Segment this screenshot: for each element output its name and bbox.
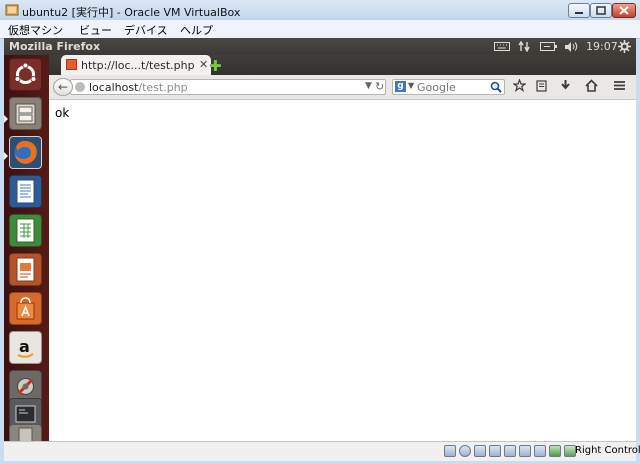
vbox-status-bar: Right Control [4,441,640,461]
downloads-icon[interactable] [559,79,572,92]
close-icon [619,6,629,15]
url-bar[interactable]: localhost/test.php ▼ ↻ [70,79,386,95]
page-content: ok [49,100,636,441]
volume-icon[interactable] [564,41,578,52]
ubuntu-logo-icon [14,62,37,84]
firefox-navigation-bar: localhost/test.php ▼ ↻ ← g ▼ [49,75,636,100]
active-app-title: Mozilla Firefox [9,40,101,53]
menu-devices[interactable]: デバイス [124,22,168,38]
menu-help[interactable]: ヘルプ [180,22,213,38]
back-button[interactable]: ← [53,78,73,96]
globe-icon [75,82,85,92]
search-engine-dropdown-icon[interactable]: ▼ [408,81,414,90]
home-icon[interactable] [585,79,598,92]
optical-drive-icon[interactable] [459,445,471,457]
network-adapter-icon[interactable] [489,445,501,457]
bookmarks-menu-icon[interactable] [535,79,548,92]
url-text: localhost/test.php [89,81,188,94]
page-body-text: ok [55,106,70,120]
close-button[interactable] [612,3,636,18]
clock[interactable]: 19:07 [586,40,618,53]
unity-launcher: a [4,55,49,441]
launcher-dash[interactable] [9,58,42,91]
launcher-calc[interactable] [9,214,42,247]
svg-text:a: a [19,337,30,356]
menu-view[interactable]: ビュー [79,22,112,38]
host-key-label: Right Control [575,445,640,456]
launcher-trash[interactable] [9,424,42,441]
bookmark-star-icon[interactable] [513,79,526,92]
ubuntu-top-panel: Mozilla Firefox 19:07 [4,38,636,55]
launcher-writer[interactable] [9,175,42,208]
display-icon[interactable] [534,445,546,457]
shopping-bag-icon [16,297,35,320]
spreadsheet-calc-icon [16,218,35,243]
vbox-menubar: 仮想マシン ビュー デバイス ヘルプ [0,20,640,39]
hamburger-menu-icon[interactable] [613,79,626,92]
minimize-button[interactable] [568,3,590,18]
launcher-amazon[interactable]: a [9,331,42,364]
firefox-icon [14,140,37,164]
new-tab-plus-icon[interactable]: ✚ [209,57,222,75]
launcher-firefox[interactable] [9,136,42,169]
window-title-bar: ubuntu2 [実行中] - Oracle VM VirtualBox [0,0,640,20]
trash-icon [18,427,33,441]
url-history-dropdown-icon[interactable]: ▼ [365,81,372,91]
php-favicon-icon [66,59,77,70]
tab-active[interactable]: http://loc...t/test.php ✕ [61,55,211,75]
launcher-files[interactable] [9,97,42,130]
firefox-tab-strip: http://loc...t/test.php ✕ ✚ [49,55,636,75]
launcher-impress[interactable] [9,253,42,286]
battery-icon[interactable] [540,41,557,52]
tab-title: http://loc...t/test.php [81,59,195,72]
file-cabinet-icon [15,103,36,125]
search-bar[interactable]: g ▼ [392,79,505,95]
settings-gear-icon[interactable] [618,40,631,53]
url-path: /test.php [138,81,188,94]
document-writer-icon [16,179,35,204]
launcher-software-center[interactable] [9,292,42,325]
maximize-icon [596,6,606,15]
window-title: ubuntu2 [実行中] - Oracle VM VirtualBox [22,6,241,19]
floppy-icon[interactable] [474,445,486,457]
menu-machine[interactable]: 仮想マシン [8,22,63,38]
maximize-button[interactable] [590,3,612,18]
shared-folders-icon[interactable] [519,445,531,457]
launcher-pip [4,115,8,123]
url-host: localhost [89,81,139,94]
virtualization-icon[interactable] [549,445,561,457]
minimize-icon [575,12,583,14]
presentation-impress-icon [16,257,35,282]
virtualbox-app-icon [5,4,19,16]
search-magnifier-icon[interactable] [490,81,502,93]
back-arrow-icon: ← [57,80,69,94]
hard-disk-icon[interactable] [444,445,456,457]
reload-icon[interactable]: ↻ [375,80,384,93]
google-engine-icon[interactable]: g [395,81,406,92]
search-input[interactable] [417,81,487,93]
network-icon[interactable] [518,41,530,52]
tab-close-icon[interactable]: ✕ [199,58,208,71]
amazon-icon: a [17,337,34,358]
launcher-pip [4,152,8,160]
usb-icon[interactable] [504,445,516,457]
keyboard-icon[interactable] [494,41,510,52]
